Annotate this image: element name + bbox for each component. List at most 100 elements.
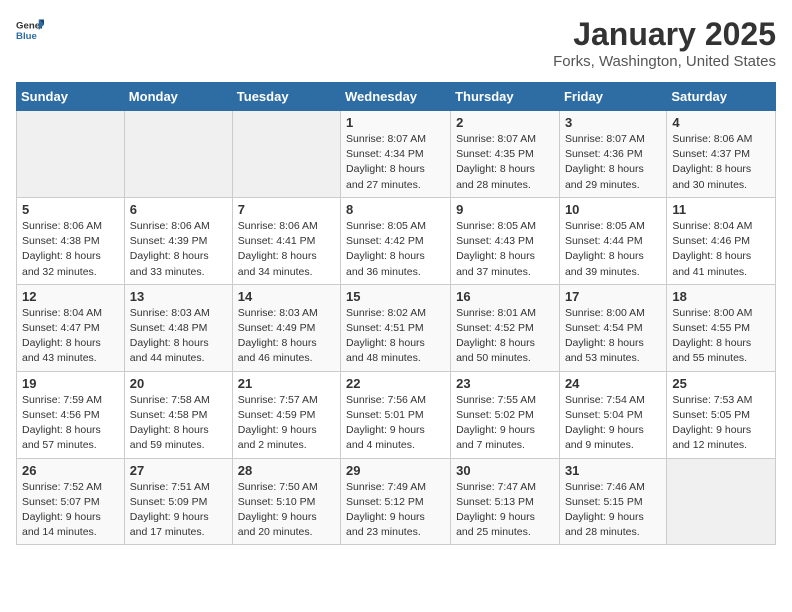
calendar-cell: 26 Sunrise: 7:52 AM Sunset: 5:07 PM Dayli…: [17, 458, 125, 545]
day-number: 16: [456, 289, 554, 304]
day-number: 26: [22, 463, 119, 478]
day-info: Sunrise: 8:00 AM Sunset: 4:55 PM Dayligh…: [672, 306, 770, 367]
day-info: Sunrise: 8:05 AM Sunset: 4:43 PM Dayligh…: [456, 219, 554, 280]
calendar-cell: 7Sunrise: 8:06 AM Sunset: 4:41 PM Daylig…: [232, 197, 340, 284]
calendar-cell: 12 Sunrise: 8:04 AM Sunset: 4:47 PM Dayli…: [17, 284, 125, 371]
day-number: 25: [672, 376, 770, 391]
day-number: 11: [672, 202, 770, 217]
calendar-cell: 11 Sunrise: 8:04 AM Sunset: 4:46 PM Dayli…: [667, 197, 776, 284]
calendar-cell: [667, 458, 776, 545]
calendar-cell: 16 Sunrise: 8:01 AM Sunset: 4:52 PM Dayli…: [451, 284, 560, 371]
calendar-cell: 15Sunrise: 8:02 AM Sunset: 4:51 PM Dayli…: [341, 284, 451, 371]
calendar-cell: 30 Sunrise: 7:47 AM Sunset: 5:13 PM Dayli…: [451, 458, 560, 545]
calendar-cell: 27 Sunrise: 7:51 AM Sunset: 5:09 PM Dayli…: [124, 458, 232, 545]
week-row-2: 5 Sunrise: 8:06 AM Sunset: 4:38 PM Daylig…: [17, 197, 776, 284]
calendar-cell: 19 Sunrise: 7:59 AM Sunset: 4:56 PM Dayli…: [17, 371, 125, 458]
calendar-cell: 28Sunrise: 7:50 AM Sunset: 5:10 PM Dayli…: [232, 458, 340, 545]
svg-text:Blue: Blue: [16, 31, 37, 42]
calendar-cell: 24 Sunrise: 7:54 AM Sunset: 5:04 PM Dayli…: [559, 371, 666, 458]
day-info: Sunrise: 7:52 AM Sunset: 5:07 PM Dayligh…: [22, 480, 119, 541]
day-number: 24: [565, 376, 661, 391]
day-info: Sunrise: 7:59 AM Sunset: 4:56 PM Dayligh…: [22, 393, 119, 454]
weekday-header-friday: Friday: [559, 83, 666, 111]
day-number: 2: [456, 115, 554, 130]
day-number: 29: [346, 463, 445, 478]
day-number: 22: [346, 376, 445, 391]
logo: General Blue: [16, 16, 44, 44]
calendar-cell: 4Sunrise: 8:06 AM Sunset: 4:37 PM Daylig…: [667, 111, 776, 198]
calendar-cell: 1 Sunrise: 8:07 AM Sunset: 4:34 PM Daylig…: [341, 111, 451, 198]
day-info: Sunrise: 7:57 AM Sunset: 4:59 PM Dayligh…: [238, 393, 335, 454]
calendar-cell: 3Sunrise: 8:07 AM Sunset: 4:36 PM Daylig…: [559, 111, 666, 198]
day-info: Sunrise: 7:55 AM Sunset: 5:02 PM Dayligh…: [456, 393, 554, 454]
day-number: 18: [672, 289, 770, 304]
day-info: Sunrise: 7:53 AM Sunset: 5:05 PM Dayligh…: [672, 393, 770, 454]
week-row-4: 19 Sunrise: 7:59 AM Sunset: 4:56 PM Dayli…: [17, 371, 776, 458]
day-info: Sunrise: 7:56 AM Sunset: 5:01 PM Dayligh…: [346, 393, 445, 454]
day-number: 5: [22, 202, 119, 217]
calendar-cell: 22 Sunrise: 7:56 AM Sunset: 5:01 PM Dayli…: [341, 371, 451, 458]
day-info: Sunrise: 8:03 AM Sunset: 4:49 PM Dayligh…: [238, 306, 335, 367]
day-number: 31: [565, 463, 661, 478]
day-info: Sunrise: 7:51 AM Sunset: 5:09 PM Dayligh…: [130, 480, 227, 541]
day-number: 12: [22, 289, 119, 304]
day-info: Sunrise: 8:06 AM Sunset: 4:41 PM Dayligh…: [238, 219, 335, 280]
weekday-header-tuesday: Tuesday: [232, 83, 340, 111]
day-info: Sunrise: 7:58 AM Sunset: 4:58 PM Dayligh…: [130, 393, 227, 454]
day-number: 20: [130, 376, 227, 391]
calendar-cell: 10 Sunrise: 8:05 AM Sunset: 4:44 PM Dayli…: [559, 197, 666, 284]
calendar-cell: 18 Sunrise: 8:00 AM Sunset: 4:55 PM Dayli…: [667, 284, 776, 371]
calendar-cell: [17, 111, 125, 198]
day-info: Sunrise: 8:01 AM Sunset: 4:52 PM Dayligh…: [456, 306, 554, 367]
day-number: 8: [346, 202, 445, 217]
calendar-cell: [232, 111, 340, 198]
page-header: General Blue January 2025 Forks, Washing…: [16, 16, 776, 70]
weekday-header-saturday: Saturday: [667, 83, 776, 111]
day-info: Sunrise: 7:46 AM Sunset: 5:15 PM Dayligh…: [565, 480, 661, 541]
day-info: Sunrise: 8:00 AM Sunset: 4:54 PM Dayligh…: [565, 306, 661, 367]
calendar-cell: 29 Sunrise: 7:49 AM Sunset: 5:12 PM Dayli…: [341, 458, 451, 545]
day-info: Sunrise: 7:54 AM Sunset: 5:04 PM Dayligh…: [565, 393, 661, 454]
day-number: 3: [565, 115, 661, 130]
day-info: Sunrise: 8:06 AM Sunset: 4:37 PM Dayligh…: [672, 132, 770, 193]
weekday-header-monday: Monday: [124, 83, 232, 111]
day-number: 30: [456, 463, 554, 478]
calendar-cell: 20 Sunrise: 7:58 AM Sunset: 4:58 PM Dayli…: [124, 371, 232, 458]
calendar-cell: 9 Sunrise: 8:05 AM Sunset: 4:43 PM Daylig…: [451, 197, 560, 284]
title-block: January 2025 Forks, Washington, United S…: [553, 16, 776, 70]
day-number: 1: [346, 115, 445, 130]
day-info: Sunrise: 8:06 AM Sunset: 4:39 PM Dayligh…: [130, 219, 227, 280]
day-info: Sunrise: 8:06 AM Sunset: 4:38 PM Dayligh…: [22, 219, 119, 280]
day-number: 14: [238, 289, 335, 304]
page-location: Forks, Washington, United States: [553, 53, 776, 70]
calendar-cell: 13Sunrise: 8:03 AM Sunset: 4:48 PM Dayli…: [124, 284, 232, 371]
day-info: Sunrise: 8:05 AM Sunset: 4:44 PM Dayligh…: [565, 219, 661, 280]
day-info: Sunrise: 8:07 AM Sunset: 4:34 PM Dayligh…: [346, 132, 445, 193]
week-row-3: 12 Sunrise: 8:04 AM Sunset: 4:47 PM Dayli…: [17, 284, 776, 371]
day-info: Sunrise: 8:04 AM Sunset: 4:46 PM Dayligh…: [672, 219, 770, 280]
calendar-cell: 2Sunrise: 8:07 AM Sunset: 4:35 PM Daylig…: [451, 111, 560, 198]
calendar-cell: 21Sunrise: 7:57 AM Sunset: 4:59 PM Dayli…: [232, 371, 340, 458]
weekday-header-sunday: Sunday: [17, 83, 125, 111]
calendar-cell: 8Sunrise: 8:05 AM Sunset: 4:42 PM Daylig…: [341, 197, 451, 284]
day-info: Sunrise: 8:02 AM Sunset: 4:51 PM Dayligh…: [346, 306, 445, 367]
logo-icon: General Blue: [16, 16, 44, 44]
day-number: 6: [130, 202, 227, 217]
calendar-cell: [124, 111, 232, 198]
week-row-5: 26 Sunrise: 7:52 AM Sunset: 5:07 PM Dayli…: [17, 458, 776, 545]
day-number: 17: [565, 289, 661, 304]
day-number: 28: [238, 463, 335, 478]
page-title: January 2025: [553, 16, 776, 53]
day-number: 10: [565, 202, 661, 217]
day-number: 19: [22, 376, 119, 391]
week-row-1: 1 Sunrise: 8:07 AM Sunset: 4:34 PM Daylig…: [17, 111, 776, 198]
calendar-cell: 23Sunrise: 7:55 AM Sunset: 5:02 PM Dayli…: [451, 371, 560, 458]
day-number: 27: [130, 463, 227, 478]
day-info: Sunrise: 8:04 AM Sunset: 4:47 PM Dayligh…: [22, 306, 119, 367]
day-info: Sunrise: 7:49 AM Sunset: 5:12 PM Dayligh…: [346, 480, 445, 541]
day-number: 9: [456, 202, 554, 217]
weekday-header-row: SundayMondayTuesdayWednesdayThursdayFrid…: [17, 83, 776, 111]
day-info: Sunrise: 7:47 AM Sunset: 5:13 PM Dayligh…: [456, 480, 554, 541]
day-info: Sunrise: 8:03 AM Sunset: 4:48 PM Dayligh…: [130, 306, 227, 367]
calendar-cell: 17 Sunrise: 8:00 AM Sunset: 4:54 PM Dayli…: [559, 284, 666, 371]
